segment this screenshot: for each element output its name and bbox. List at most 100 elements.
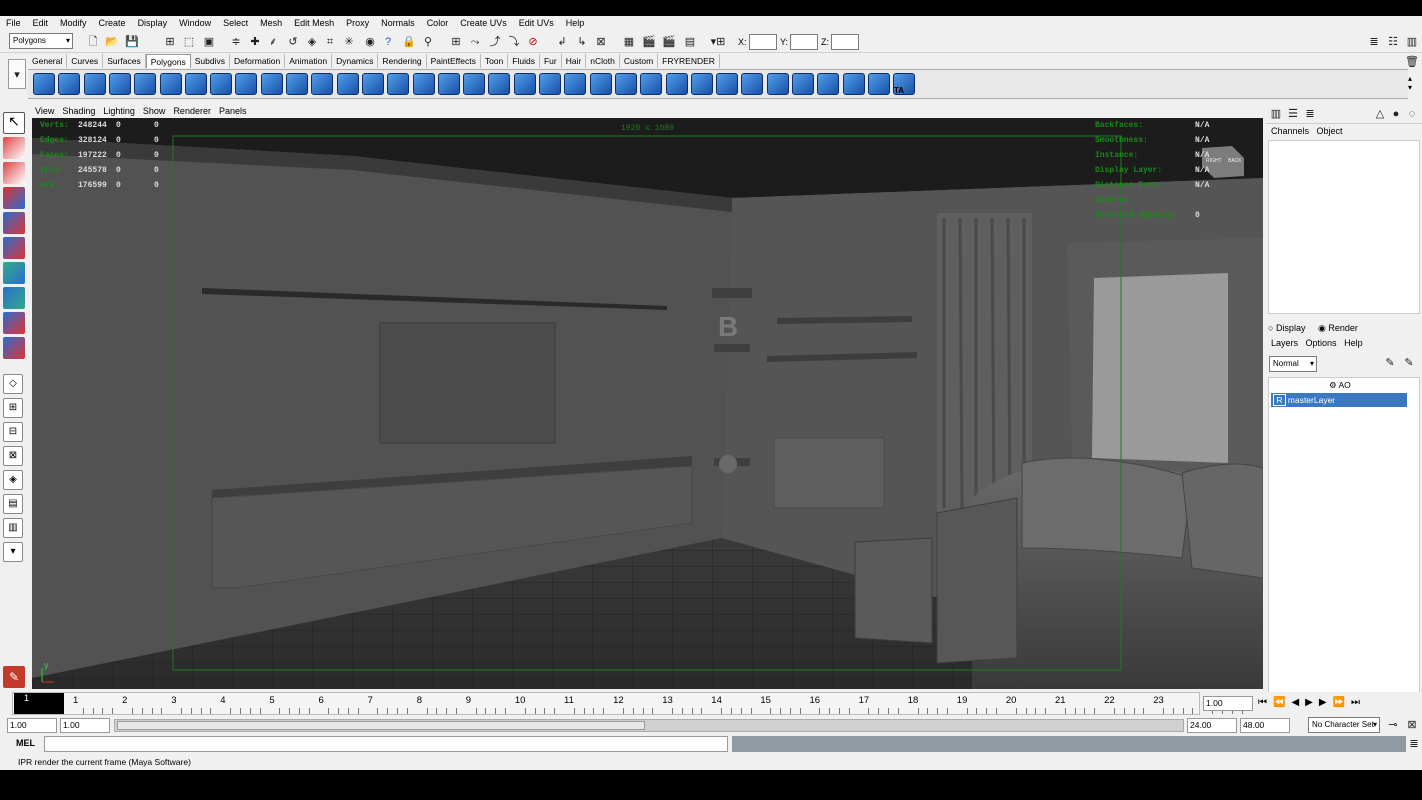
paint-select-icon[interactable] — [3, 162, 25, 184]
lasso-tool-icon[interactable] — [3, 137, 25, 159]
render-settings-icon[interactable]: ▤ — [682, 34, 698, 50]
construction-history-icon[interactable]: ◉ — [362, 34, 378, 50]
playback-controls[interactable]: ⏮⏪◀▶▶⏩⏭ — [1258, 697, 1366, 708]
hypershade-icon[interactable]: ◈ — [3, 470, 23, 490]
channel-list[interactable] — [1268, 140, 1420, 314]
smooth-icon[interactable] — [437, 73, 460, 95]
pipe-icon[interactable] — [235, 73, 258, 95]
triangulate-icon[interactable] — [539, 73, 561, 95]
script-editor-icon[interactable]: ▤ — [3, 494, 23, 514]
y-field[interactable] — [790, 34, 818, 50]
select-component-icon[interactable]: ▣ — [201, 34, 217, 50]
snap-curve-icon[interactable]: ⸙ — [265, 34, 281, 50]
end-time-field[interactable]: 48.00 — [1240, 718, 1290, 733]
move-tool-icon[interactable] — [3, 187, 25, 209]
fill-hole-icon[interactable] — [513, 73, 536, 95]
shelf-tab-fur[interactable]: Fur — [540, 54, 562, 68]
save-scene-icon[interactable]: 💾 — [124, 34, 140, 50]
perspective-viewport[interactable]: B 1920 x 1080 RIGHT BACK y Verts: 248244 0… — [32, 118, 1263, 689]
shelf-tab-curves[interactable]: Curves — [67, 54, 104, 68]
blend-mode-dropdown[interactable]: Normal — [1269, 356, 1317, 372]
tool-settings-icon[interactable]: ☷ — [1385, 34, 1401, 50]
display-radio[interactable]: ○ Display — [1268, 323, 1305, 333]
outputs-icon[interactable]: ⤳ — [467, 34, 483, 50]
playback-start-field[interactable]: 1.00 — [60, 718, 110, 733]
time-ruler[interactable]: 123456789101112131415161718192021222324 — [12, 692, 1243, 715]
average-icon[interactable] — [463, 73, 486, 95]
shelf-tab-ncloth[interactable]: nCloth — [586, 54, 620, 68]
object-tab[interactable]: Object — [1317, 126, 1343, 136]
panel-menu-show[interactable]: Show — [139, 106, 170, 116]
preferences-icon[interactable]: ⊠ — [1404, 717, 1420, 733]
snap-surface-icon[interactable]: ✳ — [341, 34, 357, 50]
range-handle[interactable] — [117, 721, 645, 730]
open-scene-icon[interactable]: 📂 — [104, 34, 120, 50]
command-input[interactable] — [44, 736, 728, 752]
shelf-tab-hair[interactable]: Hair — [562, 54, 587, 68]
menu-create[interactable]: Create — [93, 16, 132, 31]
platonic-icon[interactable] — [311, 73, 334, 95]
x-field[interactable] — [749, 34, 777, 50]
shelf-tab-fluids[interactable]: Fluids — [508, 54, 540, 68]
extract-icon[interactable] — [387, 73, 410, 95]
menu-window[interactable]: Window — [173, 16, 217, 31]
shelf-tab-custom[interactable]: Custom — [620, 54, 659, 68]
menu-color[interactable]: Color — [421, 16, 455, 31]
new-scene-icon[interactable]: 🗋 — [85, 34, 101, 50]
layer-master[interactable]: R masterLayer — [1271, 393, 1407, 407]
shelf-tab-painteffects[interactable]: PaintEffects — [427, 54, 481, 68]
snap-plane-icon[interactable]: ◈ — [304, 34, 320, 50]
panel-menu-view[interactable]: View — [31, 106, 58, 116]
cone-icon[interactable] — [108, 73, 131, 95]
shelf-tab-subdivs[interactable]: Subdivs — [191, 54, 230, 68]
select-hierarchy-icon[interactable]: ⊞ — [162, 34, 178, 50]
layer-ao[interactable]: ⚙ AO — [1329, 380, 1351, 391]
render-view-icon[interactable]: ▦ — [621, 34, 637, 50]
stop-icon[interactable]: ⊘ — [525, 34, 541, 50]
panel-menu-shading[interactable]: Shading — [58, 106, 99, 116]
current-frame-marker[interactable]: 1 — [14, 693, 64, 714]
sound-icon[interactable]: ⊠ — [593, 34, 609, 50]
layers-menu[interactable]: Layers — [1271, 338, 1298, 348]
menu-create-uvs[interactable]: Create UVs — [454, 16, 513, 31]
ipr-render-icon[interactable]: 🎬 — [661, 34, 677, 50]
snap-grid-icon[interactable]: ✚ — [247, 34, 263, 50]
playback-end-field[interactable]: 24.00 — [1187, 718, 1237, 733]
shelf-tab-polygons[interactable]: Polygons — [145, 54, 191, 68]
menu-modify[interactable]: Modify — [54, 16, 93, 31]
select-mask-icon[interactable]: ≑ — [228, 34, 244, 50]
last-tool-icon[interactable] — [3, 337, 25, 359]
select-tool-icon[interactable]: ↖ — [3, 112, 25, 134]
menu-help[interactable]: Help — [560, 16, 591, 31]
character-set-dropdown[interactable]: No Character Set — [1308, 717, 1380, 733]
persp-graph-icon[interactable]: ⊠ — [3, 446, 23, 466]
shelf-tab-general[interactable]: General — [28, 54, 68, 68]
poke-icon[interactable] — [792, 73, 814, 95]
extrude-icon[interactable] — [690, 73, 713, 95]
more-icon[interactable]: ▾ — [3, 542, 23, 562]
booleans-icon[interactable] — [412, 73, 435, 95]
four-view-icon[interactable]: ⊞ — [3, 398, 23, 418]
panel-menu-panels[interactable]: Panels — [215, 106, 251, 116]
persp-outliner-icon[interactable]: ⊟ — [3, 422, 23, 442]
layer-list[interactable]: ⚙ AO R masterLayer — [1268, 377, 1420, 695]
torus-icon[interactable] — [159, 73, 182, 95]
new-layer-icon[interactable]: ✎ — [1382, 355, 1398, 371]
connect-icon[interactable]: ⤴ — [487, 34, 503, 50]
attribute-list-icon[interactable]: ☰ — [1285, 106, 1301, 122]
channels-tab[interactable]: Channels — [1271, 126, 1309, 136]
snap-point-icon[interactable]: ↺ — [285, 34, 301, 50]
quadrangulate-icon[interactable] — [564, 73, 587, 95]
prism-icon[interactable] — [184, 73, 207, 95]
shelf-tab-surfaces[interactable]: Surfaces — [103, 54, 146, 68]
bevel-icon[interactable] — [741, 73, 764, 95]
show-manip-icon[interactable] — [3, 312, 25, 334]
helix-icon[interactable] — [260, 73, 283, 95]
plane-icon[interactable] — [134, 73, 157, 95]
channel-box-icon[interactable]: ▥ — [1268, 106, 1284, 122]
channels-menu[interactable]: Channels Object — [1271, 126, 1343, 136]
combine-icon[interactable] — [336, 73, 359, 95]
menu-edit[interactable]: Edit — [27, 16, 55, 31]
shelf-tab-fryrender[interactable]: FRYRENDER — [658, 54, 720, 68]
time-slider[interactable]: 123456789101112131415161718192021222324 … — [0, 692, 1422, 716]
